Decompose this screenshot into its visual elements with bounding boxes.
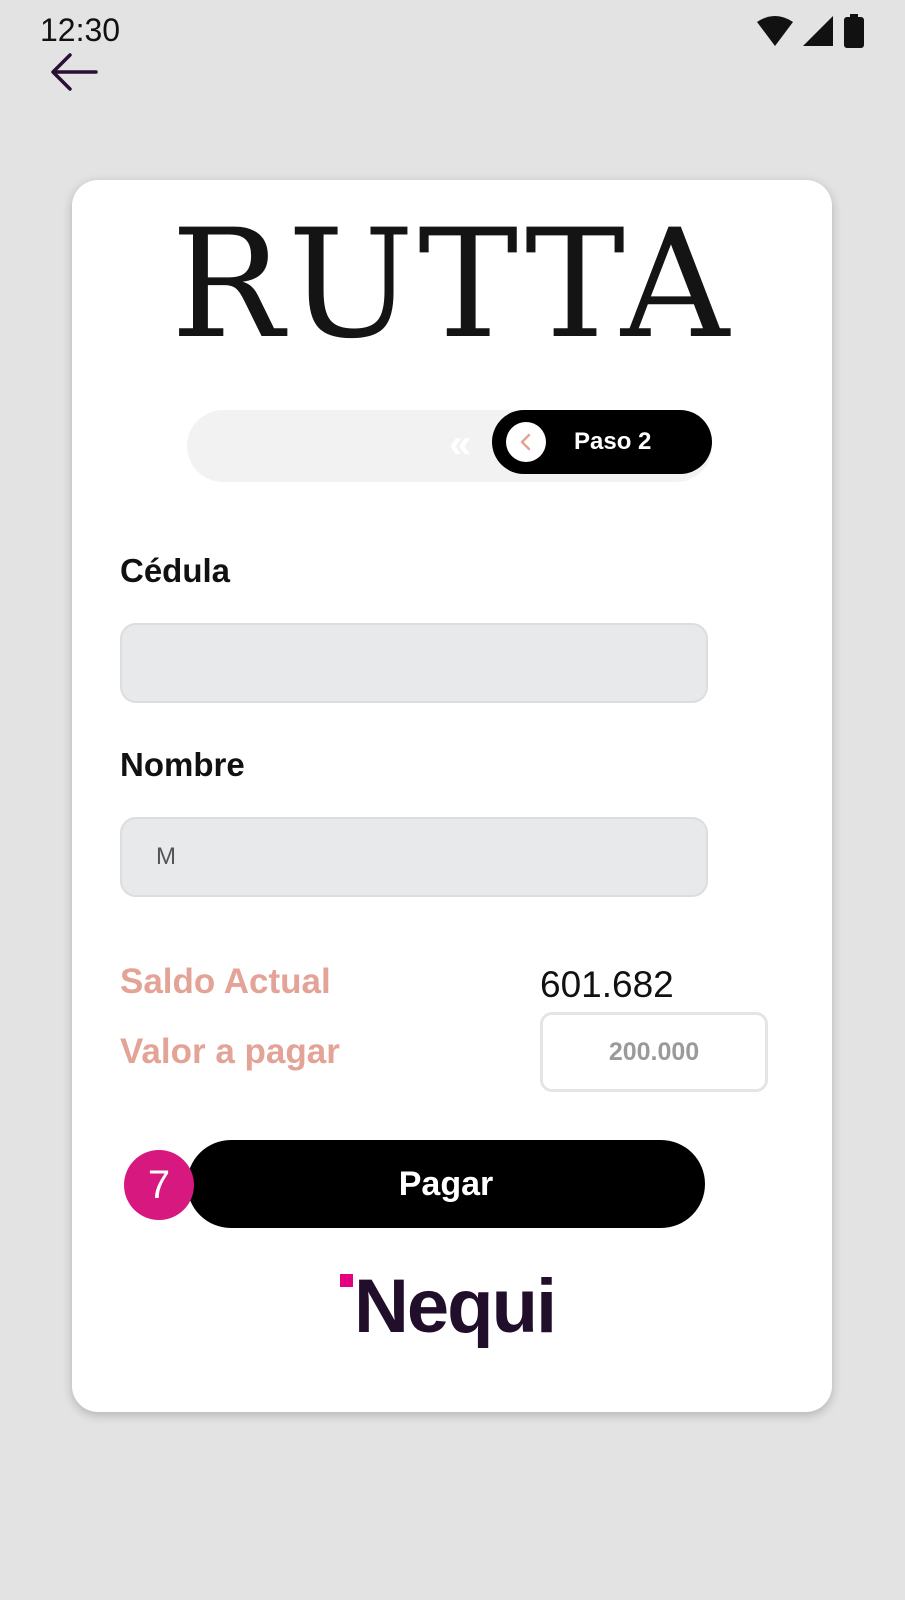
- nequi-logo-dot: [340, 1274, 353, 1287]
- pay-button[interactable]: Pagar: [187, 1140, 705, 1228]
- saldo-actual-value: 601.682: [540, 964, 674, 1005]
- chevron-left-icon: [520, 433, 531, 451]
- double-chevron-icon: «: [449, 422, 472, 466]
- nombre-label: Nombre: [120, 746, 245, 783]
- back-button[interactable]: [48, 50, 100, 94]
- cedula-input[interactable]: [120, 623, 708, 703]
- signal-icon: [803, 16, 833, 46]
- back-arrow-icon: [51, 53, 98, 91]
- nequi-logo-text: Nequi: [354, 1264, 557, 1349]
- saldo-actual-label: Saldo Actual: [120, 962, 331, 1001]
- step-slider[interactable]: « Paso 2: [187, 410, 712, 482]
- nequi-logo: Nequi: [340, 1262, 570, 1352]
- battery-icon: [844, 14, 864, 48]
- status-icons: [757, 14, 865, 48]
- step-back-circle[interactable]: [506, 422, 546, 462]
- cedula-label: Cédula: [120, 552, 231, 589]
- status-time: 12:30: [40, 12, 121, 48]
- step-indicator[interactable]: Paso 2: [492, 410, 712, 474]
- rutta-logo: RUTTA: [170, 198, 734, 372]
- nombre-input[interactable]: [120, 817, 708, 897]
- valor-a-pagar-label: Valor a pagar: [120, 1032, 340, 1071]
- valor-a-pagar-input[interactable]: [540, 1012, 768, 1092]
- status-bar: 12:30: [0, 0, 905, 60]
- step-label: Paso 2: [574, 428, 652, 455]
- payment-card: RUTTA « Paso 2 Cédula Nombre Saldo Actua…: [72, 180, 832, 1412]
- step-badge: 7: [124, 1150, 194, 1220]
- wifi-icon: [757, 16, 793, 46]
